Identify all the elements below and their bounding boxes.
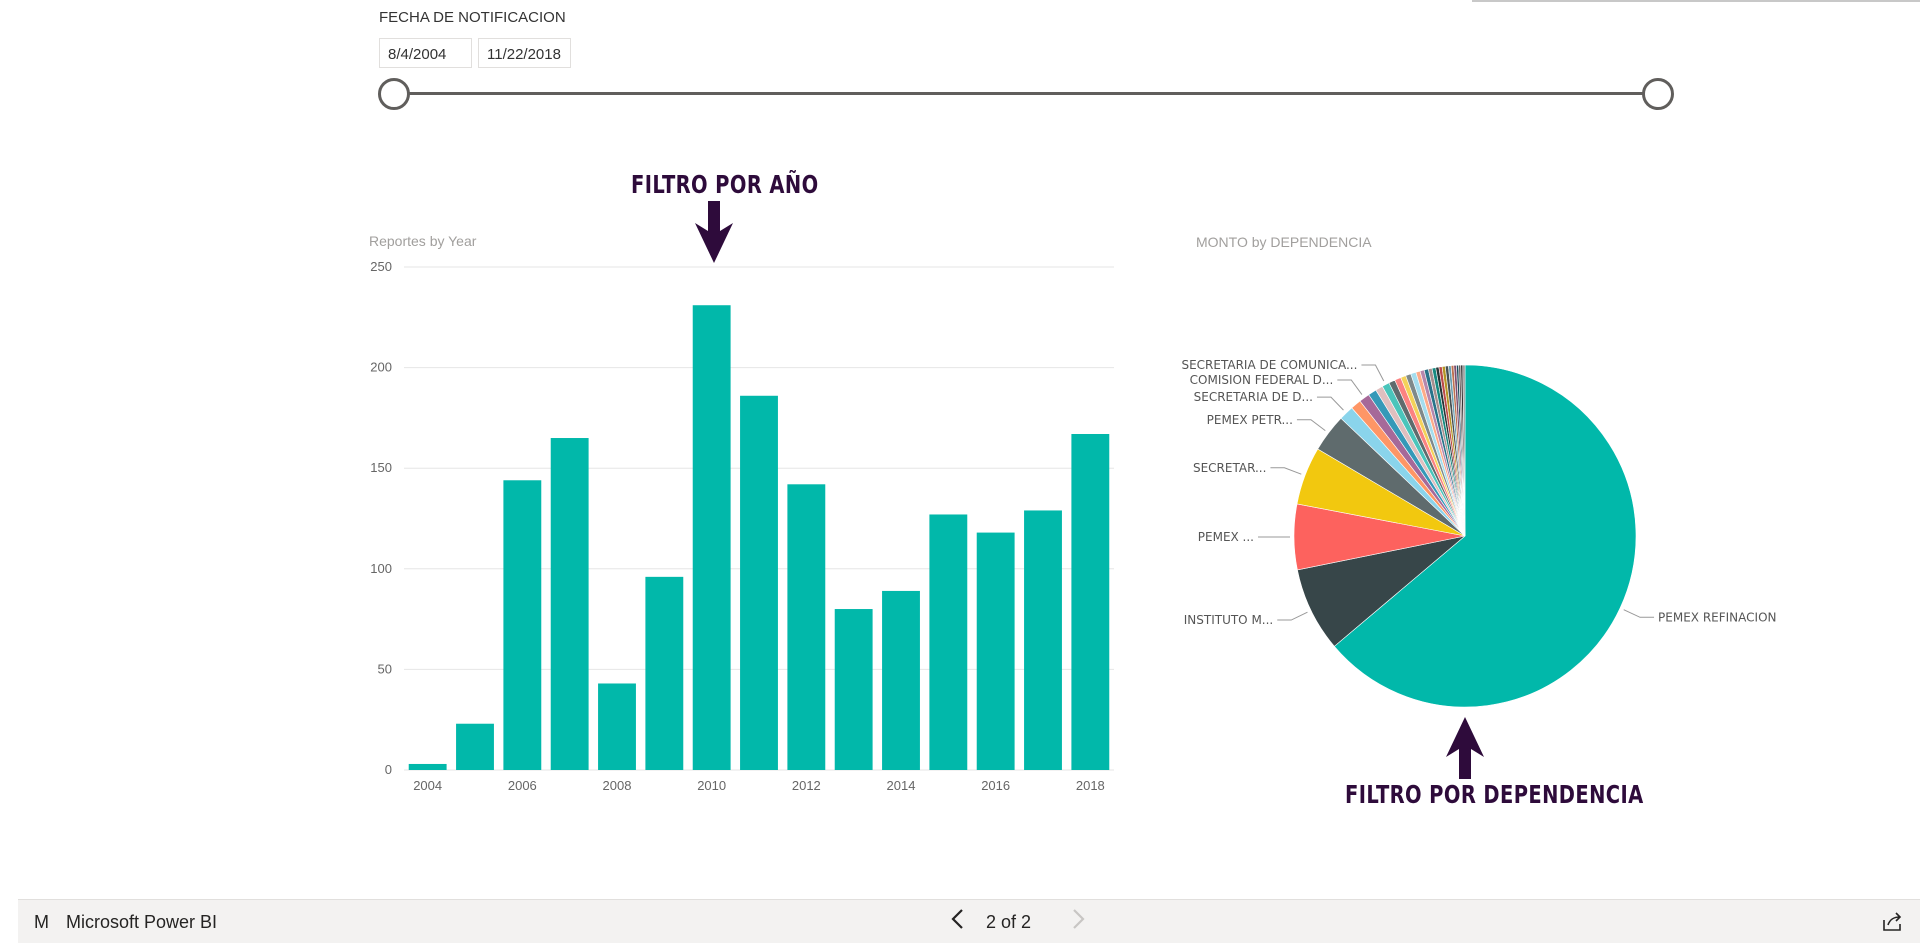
y-tick-label: 0 — [385, 762, 392, 777]
bar-2013[interactable] — [834, 609, 873, 770]
pie-leader-line — [1270, 467, 1302, 475]
bar-2011[interactable] — [740, 395, 778, 770]
x-tick-label: 2014 — [887, 778, 916, 793]
bar-2014[interactable] — [882, 590, 920, 770]
chevron-right-icon[interactable] — [1064, 906, 1094, 936]
y-tick-label: 200 — [370, 360, 392, 375]
bar-2010[interactable] — [692, 305, 731, 770]
y-tick-label: 100 — [370, 561, 392, 576]
bar-2008[interactable] — [598, 683, 636, 770]
pie-leader-line — [1277, 611, 1308, 621]
pie-label: PEMEX REFINACION — [1658, 610, 1776, 624]
date-range-slider-track[interactable] — [394, 92, 1658, 95]
pie-label: PEMEX ... — [1198, 530, 1254, 544]
bar-2006[interactable] — [503, 480, 542, 770]
year-filter-annotation: FILTRO POR AÑO — [631, 170, 819, 199]
bar-2018[interactable] — [1071, 433, 1110, 770]
pie-chart-title: MONTO by DEPENDENCIA — [1196, 234, 1372, 250]
pie-label: SECRETARIA DE D... — [1194, 390, 1313, 404]
footer-bar: M Microsoft Power BI 2 of 2 — [18, 899, 1920, 943]
slider-start-handle[interactable] — [378, 78, 410, 110]
bar-chart-title: Reportes by Year — [369, 233, 477, 249]
bar-2017[interactable] — [1024, 510, 1062, 770]
x-tick-label: 2008 — [603, 778, 632, 793]
bar-2007[interactable] — [550, 438, 589, 770]
pie-leader-line — [1623, 609, 1655, 618]
bar-2005[interactable] — [456, 723, 494, 770]
start-date-input[interactable]: 8/4/2004 — [379, 38, 472, 68]
pie-label: PEMEX PETR... — [1207, 413, 1293, 427]
x-tick-label: 2018 — [1076, 778, 1105, 793]
bar-2016[interactable] — [976, 532, 1015, 770]
pie-leader-line — [1361, 364, 1385, 382]
slicer-title: FECHA DE NOTIFICACION — [379, 9, 566, 26]
pie-leader-line — [1337, 379, 1363, 395]
bar-2015[interactable] — [929, 514, 968, 770]
pie-leader-line — [1296, 419, 1326, 432]
y-tick-label: 50 — [378, 661, 392, 676]
x-tick-label: 2004 — [413, 778, 442, 793]
page-indicator: 2 of 2 — [986, 912, 1032, 932]
footer-logo-letter: M — [34, 912, 49, 932]
bar-2012[interactable] — [787, 484, 826, 770]
x-tick-label: 2006 — [508, 778, 537, 793]
reports-by-year-bar-chart[interactable]: 0 50 100 150 200 250 2004 2006 2008 2010 2012 2014 2… — [360, 250, 1120, 793]
monto-by-dependencia-pie-chart[interactable]: PEMEX REFINACION INSTITUTO M... PEMEX ... S… — [1180, 330, 1777, 850]
y-tick-label: 250 — [370, 259, 392, 274]
pie-label: COMISION FEDERAL D... — [1190, 373, 1334, 387]
share-icon[interactable] — [1880, 910, 1904, 934]
top-divider — [1472, 0, 1920, 2]
bar-2004[interactable] — [408, 763, 447, 770]
pie-label: SECRETAR... — [1193, 461, 1266, 475]
footer-brand[interactable]: Microsoft Power BI — [66, 912, 217, 933]
slider-end-handle[interactable] — [1642, 78, 1674, 110]
pie-label: SECRETARIA DE COMUNICA... — [1181, 358, 1357, 372]
y-tick-label: 150 — [370, 460, 392, 475]
bar-2009[interactable] — [645, 576, 684, 770]
x-tick-label: 2012 — [792, 778, 821, 793]
x-tick-label: 2016 — [981, 778, 1010, 793]
chevron-left-icon[interactable] — [942, 906, 972, 936]
x-tick-label: 2010 — [697, 778, 726, 793]
pie-leader-line — [1316, 396, 1344, 411]
report-canvas: FECHA DE NOTIFICACION 8/4/2004 11/22/201… — [0, 0, 1920, 943]
pie-label: INSTITUTO M... — [1184, 613, 1274, 627]
end-date-input[interactable]: 11/22/2018 — [478, 38, 571, 68]
